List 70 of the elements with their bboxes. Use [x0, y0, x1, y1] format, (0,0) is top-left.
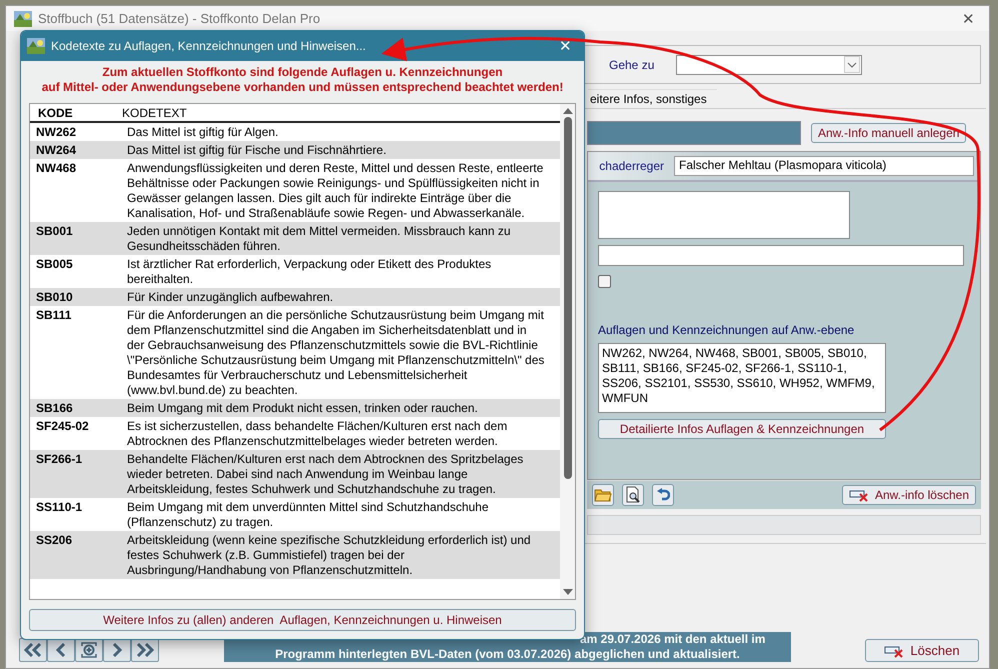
pest-label: chaderreger [599, 159, 664, 173]
app-logo-icon [27, 38, 45, 54]
scrollbar[interactable] [560, 104, 575, 599]
status-text: Programm hinterlegten BVL-Daten (vom 03.07.2026) abgeglichen und aktualisiert. [274, 647, 741, 662]
more-info-button[interactable]: Weitere Infos zu (allen) anderen Auflagen, Kennzeichnungen u. Hinweisen [29, 609, 576, 631]
code-cell-text: NW264 [35, 142, 78, 158]
code-cell-text: NW262 [35, 124, 78, 140]
text-cell-text: Das Mittel ist giftig für Fische und Fischnährtiere. [127, 142, 388, 158]
code-cell-text: NW468 [35, 160, 78, 176]
undo-icon [656, 488, 670, 502]
column-header: KODE [37, 106, 74, 120]
requirements-field[interactable]: NW262, NW264, NW468, SB001, SB005, SB010, SB111, SB166, SF245-02, SF266-1, SS110-1, SS206, SS2101, SS530, SS610, WH952, WMFM9, WMFUN [598, 343, 886, 413]
goto-label: Gehe zu [609, 58, 654, 72]
undo-button[interactable] [652, 484, 674, 506]
double-right-arrow-icon [136, 643, 154, 657]
goto-dropdown[interactable] [676, 54, 862, 74]
requirements-label: Auflagen und Kennzeichnungen auf Anw.-ebene [598, 323, 854, 337]
text-cell-text: Arbeitskleidung (wenn keine spezifische Schutzkleidung erforderlich ist) und festes Schuhwerk (z.B. Gummistiefel) tragen bei der Ausbringung/Handhabung von Pflanzenschutzmitteln. [127, 532, 532, 578]
delete-row-icon [848, 488, 869, 502]
folder-button[interactable] [592, 484, 614, 506]
last-record-button[interactable] [131, 638, 159, 662]
text-cell-text: Das Mittel ist giftig für Algen. [127, 124, 280, 140]
double-left-arrow-icon [24, 643, 42, 657]
first-record-button[interactable] [19, 638, 47, 662]
notice-text: Zum aktuellen Stoffkonto sind folgende Auflagen u. Kennzeichnungen auf Mittel- oder Anwendungsebene vorhanden und müssen entsprechend beachtet werden! [40, 64, 564, 96]
column-header: KODETEXT [122, 106, 187, 120]
scroll-down-icon [562, 589, 572, 596]
close-button[interactable]: ✕ [553, 37, 578, 55]
add-icon [79, 642, 99, 658]
checkbox[interactable] [598, 275, 611, 288]
text-cell-text: Jeden unnötigen Kontakt mit dem Mittel vermeiden. Missbrauch kann zu Gesundheitsschäden führen. [127, 224, 512, 254]
scroll-up-icon [562, 107, 572, 114]
app-logo-icon [14, 10, 32, 26]
input-field[interactable] [587, 515, 981, 535]
code-cell-text: SB111 [35, 308, 72, 324]
text-cell-text: Anwendungsflüssigkeiten und deren Reste, Mittel und dessen Reste, entleerte Behältnisse oder Packungen sowie Reinigungs- und Spülflüssigkeiten nicht in Gewässer gelangen lassen. Dies gilt auch für indirekte Einträge über die Kanalisation, Hof- und Straßenabläufe sowie Regen- und Abwasserkanäle. [127, 160, 544, 220]
code-cell-text: SB005 [35, 256, 74, 272]
text-area[interactable] [598, 191, 850, 239]
text-cell-text: Für Kinder unzugänglich aufbewahren. [127, 290, 334, 304]
folder-icon [594, 488, 612, 502]
tab[interactable]: eitere Infos, sonstiges [588, 89, 717, 108]
code-cell-text: SS206 [35, 532, 74, 548]
delete-row-icon [884, 644, 904, 658]
add-info-button[interactable]: Anw.-Info manuell anlegen [811, 123, 966, 143]
code-cell-text: SB010 [35, 290, 74, 304]
text-cell-text: Es ist sicherzustellen, dass behandelte Flächen/Kulturen erst nach dem Abtrocknen des Pflanzenschutzmittelbelages wieder betreten werden. [127, 418, 508, 448]
code-cell-text: SF266-1 [35, 452, 84, 468]
preview-button[interactable] [622, 484, 644, 506]
magnifier-document-icon [625, 486, 641, 504]
pest-field[interactable]: Falscher Mehltau (Plasmopara viticola) [674, 156, 974, 176]
code-cell-text: SB001 [35, 224, 74, 240]
details-button[interactable]: Detailierte Infos Auflagen & Kennzeichnungen [598, 419, 886, 439]
input-field[interactable] [598, 245, 964, 266]
text-cell-text: Beim Umgang mit dem Produkt nicht essen, trinken oder rauchen. [127, 400, 479, 416]
text-cell-text: Für die Anforderungen an die persönliche Schutzausrüstung beim Umgang mit dem Pflanzenschutzmittel sind die Angaben im Sicherheitsdatenblatt und in der Gebrauchsanweisung des Pflanzenschutzmittels sowie die BVL-Richtlinie \"Persönliche Schutzausrüstung beim Umgang mit Pflanzenschutzmitteln\" des Bundesamtes für Verbraucherschutz und Lebensmittelsicherheit (www.bvl.bund.de) zu beachten. [127, 308, 546, 398]
scroll-thumb[interactable] [564, 117, 572, 479]
dialog-title: Kodetexte zu Auflagen, Kennzeichnungen und Hinweisen... [51, 39, 367, 53]
previous-record-button[interactable] [47, 638, 75, 662]
code-cell-text: SF245-02 [35, 418, 90, 434]
next-record-button[interactable] [103, 638, 131, 662]
text-cell-text: Behandelte Flächen/Kulturen erst nach dem Abtrocknen des Spritzbelages wieder betreten. Dabei sind nach Anwendung im Weinbau lange Arbeitskleidung, festes Schuhwerk und Schutzhandschuhe zu tragen. [127, 452, 524, 496]
text-cell-text: Ist ärztlicher Rat erforderlich, Verpackung oder Etikett des Produktes bereithalten. [127, 256, 492, 286]
code-cell-text: SB166 [35, 400, 74, 416]
delete-button[interactable]: Löschen [865, 639, 979, 662]
code-cell-text: SS110-1 [35, 500, 84, 516]
text-cell-text: Beim Umgang mit dem unverdünnten Mittel sind Schutzhandschuhe (Pflanzenschutz) zu tragen. [127, 500, 490, 530]
delete-info-button[interactable]: Anw.-info löschen [842, 485, 976, 505]
new-record-button[interactable] [75, 638, 103, 662]
close-button[interactable]: ✕ [956, 10, 981, 28]
window-title: Stoffbuch (51 Datensätze) - Stoffkonto Delan Pro [14, 10, 950, 26]
